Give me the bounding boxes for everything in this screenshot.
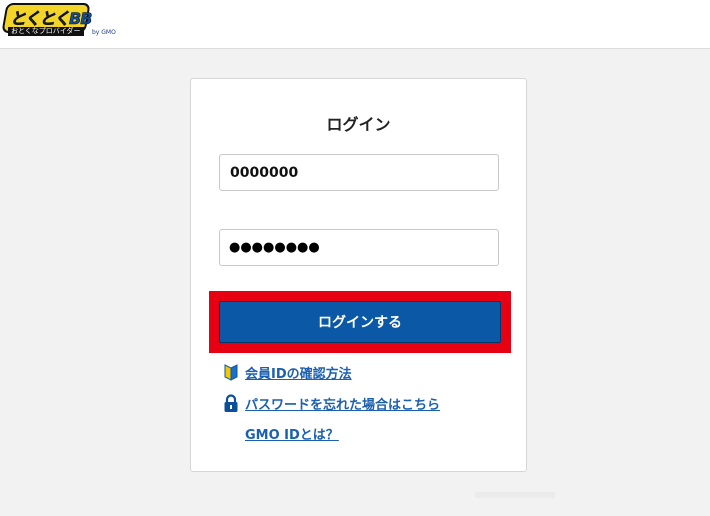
logo-tagline: おとくなプロバイダー	[8, 27, 84, 36]
member-id-input[interactable]	[219, 154, 499, 191]
link-member-id-help[interactable]: 会員IDの確認方法	[221, 362, 352, 382]
login-button[interactable]: ログインする	[219, 301, 501, 343]
link-forgot-password[interactable]: パスワードを忘れた場合はこちら	[221, 393, 440, 413]
link-gmo-id-label[interactable]: GMO IDとは？	[245, 424, 339, 443]
footer-shadow	[475, 492, 555, 498]
beginner-mark-icon	[224, 364, 238, 381]
lock-icon	[224, 394, 238, 412]
logo-text: とくとくBB	[10, 9, 93, 29]
login-card: ログイン ●●●●●●●● ログインする 会員IDの確認方法 パスワードを忘れた…	[190, 78, 527, 472]
logo-by-gmo: by GMO	[92, 29, 116, 36]
header: とくとくBB おとくなプロバイダー by GMO	[0, 0, 710, 49]
password-input[interactable]	[219, 229, 499, 266]
link-gmo-id[interactable]: GMO IDとは？	[221, 423, 339, 443]
page-title: ログイン	[326, 115, 391, 134]
logo[interactable]: とくとくBB おとくなプロバイダー by GMO	[1, 3, 122, 39]
page: とくとくBB おとくなプロバイダー by GMO ログイン ●●●●●●●● ロ…	[0, 0, 710, 516]
link-forgot-password-label[interactable]: パスワードを忘れた場合はこちら	[245, 394, 440, 413]
link-member-id-help-label[interactable]: 会員IDの確認方法	[245, 363, 352, 382]
